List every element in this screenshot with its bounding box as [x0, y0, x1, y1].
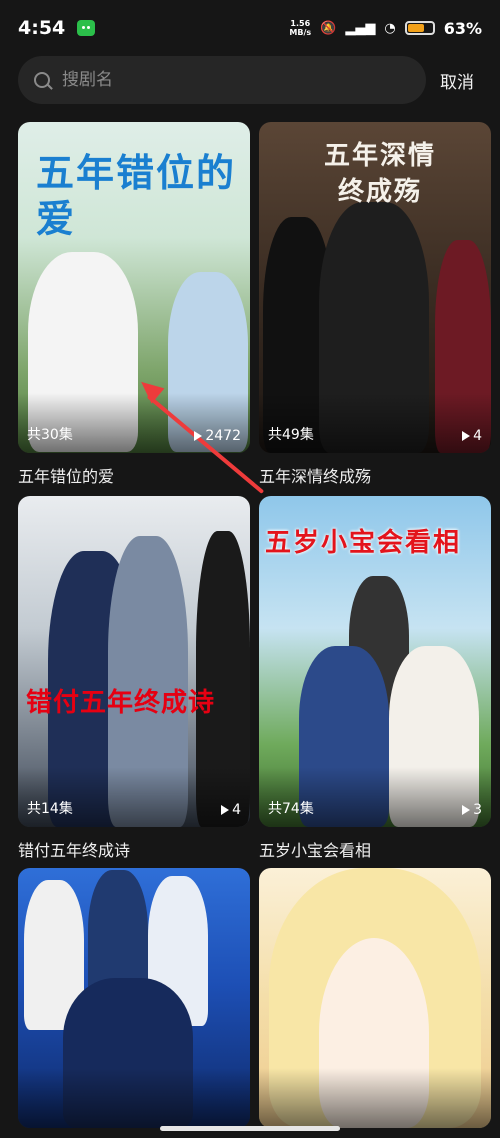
- mute-icon: 🔕: [320, 20, 337, 36]
- poster-figure: [63, 978, 193, 1128]
- cancel-button[interactable]: 取消: [440, 68, 474, 93]
- signal-icon: ▂▄▆: [345, 20, 376, 36]
- drama-title[interactable]: 五年错位的爱: [18, 463, 250, 487]
- poster-figure: [28, 252, 138, 452]
- play-count: 4: [462, 428, 482, 444]
- drama-poster[interactable]: 错付五年终成诗 共14集 4: [18, 496, 250, 827]
- play-icon: [462, 431, 471, 441]
- play-icon: [221, 805, 230, 815]
- drama-poster[interactable]: 五岁小宝会看相 共74集 3: [259, 496, 491, 827]
- drama-card[interactable]: 五岁小宝会看相 共74集 3 五岁小宝会看相: [259, 496, 491, 861]
- poster-title-art: 五年错位的爱: [36, 151, 237, 241]
- episode-count: 共74集: [268, 801, 314, 817]
- battery-fill: [407, 24, 425, 32]
- play-count: 3: [462, 802, 482, 818]
- poster-figure: [435, 240, 491, 453]
- poster-title-art: 五年深情终成殇: [323, 141, 436, 207]
- drama-poster[interactable]: [259, 868, 491, 1128]
- play-icon: [194, 431, 203, 441]
- drama-card[interactable]: [259, 868, 491, 1128]
- poster-figure: [196, 531, 250, 827]
- wechat-notification-icon: [77, 20, 96, 36]
- drama-title[interactable]: 五岁小宝会看相: [259, 837, 491, 861]
- poster-figure: [319, 938, 429, 1128]
- play-icon: [462, 805, 471, 815]
- search-row: 取消: [18, 56, 482, 104]
- drama-card[interactable]: 错付五年终成诗 共14集 4 错付五年终成诗: [18, 496, 250, 861]
- search-box[interactable]: [18, 56, 426, 104]
- episode-count: 共14集: [27, 801, 73, 817]
- battery-percent: 63%: [443, 18, 482, 38]
- drama-title[interactable]: 错付五年终成诗: [18, 837, 250, 861]
- battery-icon: [404, 21, 435, 35]
- drama-card[interactable]: 五年错位的爱 共30集 2472 五年错位的爱: [18, 122, 250, 487]
- episode-count: 共30集: [27, 427, 73, 443]
- drama-poster[interactable]: [18, 868, 250, 1128]
- drama-card[interactable]: [18, 868, 250, 1128]
- home-indicator[interactable]: [160, 1126, 340, 1131]
- wifi-icon: ◔: [384, 20, 396, 36]
- poster-figure: [389, 646, 479, 827]
- episode-count: 共49集: [268, 427, 314, 443]
- poster-title-art: 错付五年终成诗: [26, 688, 216, 718]
- status-bar: 4:54 1.56 MB/s 🔕 ▂▄▆ ◔ 63%: [0, 0, 500, 56]
- play-count: 2472: [194, 428, 241, 444]
- drama-poster[interactable]: 五年错位的爱 共30集 2472: [18, 122, 250, 453]
- search-icon: [34, 72, 50, 88]
- poster-title-art: 五岁小宝会看相: [265, 528, 462, 558]
- network-speed: 1.56 MB/s: [289, 19, 312, 37]
- drama-card[interactable]: 五年深情终成殇 共49集 4 五年深情终成殇: [259, 122, 491, 487]
- drama-title[interactable]: 五年深情终成殇: [259, 463, 491, 487]
- poster-figure: [319, 202, 429, 453]
- play-count: 4: [221, 802, 241, 818]
- search-input[interactable]: [60, 69, 404, 91]
- clock: 4:54: [18, 17, 66, 39]
- drama-poster[interactable]: 五年深情终成殇 共49集 4: [259, 122, 491, 453]
